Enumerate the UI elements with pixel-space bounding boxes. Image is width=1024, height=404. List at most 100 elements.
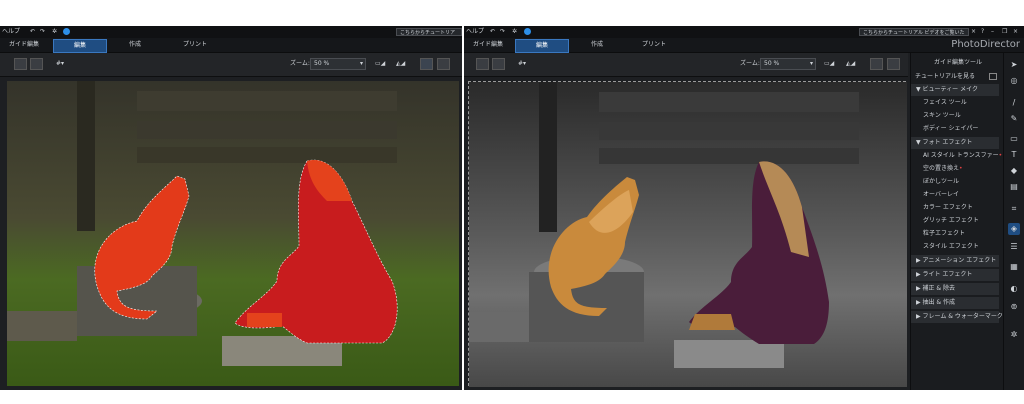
view-compare-button[interactable]: [492, 58, 505, 70]
selection-icon[interactable]: ◎: [1008, 75, 1020, 87]
help-menu[interactable]: ヘルプ: [2, 26, 20, 38]
shape-icon[interactable]: ▭: [1008, 133, 1020, 145]
layers-icon[interactable]: ▦: [1008, 261, 1020, 273]
zoom-select[interactable]: 50 % ▾: [310, 58, 366, 70]
view-toolbar: #▾ ズーム: 50 % ▾ ▭◢ ◭◢: [0, 53, 462, 77]
help-icon[interactable]: ?: [981, 26, 984, 38]
photo-canvas-right[interactable]: [468, 81, 907, 387]
flip-icon[interactable]: ◭◢: [846, 58, 855, 70]
sidebar-section-light-effects[interactable]: ▶ ライト エフェクト: [911, 269, 999, 281]
brush-icon[interactable]: /: [1008, 97, 1020, 109]
tutorial-link[interactable]: チュートリアルを見る: [915, 71, 1003, 83]
sidebar-item-style-effects[interactable]: スタイル エフェクト: [911, 241, 999, 253]
tutorial-tip[interactable]: こちらからチュートリアル ビデオをご覧: [396, 28, 462, 36]
new-badge-icon: •: [998, 152, 1003, 159]
restore-icon[interactable]: ❐: [1002, 26, 1007, 38]
sidebar-item-body-shaper[interactable]: ボディー シェイパー: [911, 123, 999, 135]
crop-view-icon[interactable]: ▭◢: [824, 58, 834, 70]
sidebar-section-photo-effects[interactable]: ▼ フォト エフェクト: [911, 137, 999, 149]
pointer-icon[interactable]: ➤: [1008, 59, 1020, 71]
sidebar-section-frame-watermark[interactable]: ▶ フレーム & ウォーターマーク: [911, 311, 1003, 323]
crop-view-icon[interactable]: ▭◢: [375, 58, 385, 70]
sidebar-row-label: ▼ ビューティー メイク: [916, 86, 978, 93]
sidebar-title: ガイド編集ツール: [933, 59, 982, 66]
mode-menu: ガイド編集 編集 作成 プリント: [0, 38, 462, 53]
sidebar-item-blur-tools[interactable]: ぼかしツール: [911, 176, 999, 188]
zoom-select[interactable]: 50 % ▾: [760, 58, 816, 70]
tutorial-tip[interactable]: こちらからチュートリアル ビデオをご覧いただけます。: [859, 28, 969, 36]
pan-hand-icon[interactable]: [437, 58, 450, 70]
text-icon[interactable]: T: [1008, 149, 1020, 161]
sidebar-item-face-tools[interactable]: フェイス ツール: [911, 97, 999, 109]
sidebar-item-sky-replacement[interactable]: 空の置き換え•: [911, 163, 999, 175]
redo-icon[interactable]: ↷: [40, 26, 45, 38]
photo-image: [469, 82, 907, 387]
sidebar-section-beauty[interactable]: ▼ ビューティー メイク: [911, 84, 999, 96]
sidebar-row-label: スキン ツール: [923, 112, 961, 119]
undo-icon[interactable]: ↶: [490, 26, 495, 38]
fill-icon[interactable]: ◆: [1008, 165, 1020, 177]
chevron-down-icon: ▾: [809, 60, 813, 67]
tab-guided-edit[interactable]: ガイド編集: [468, 39, 508, 51]
undo-icon[interactable]: ↶: [30, 26, 35, 38]
sidebar-item-color-effects[interactable]: カラー エフェクト: [911, 202, 999, 214]
zoom-tool-icon[interactable]: [420, 58, 433, 70]
settings-icon[interactable]: ✲: [1008, 329, 1020, 341]
grid-icon[interactable]: #▾: [56, 58, 64, 70]
grid-icon[interactable]: #▾: [518, 58, 526, 70]
pan-hand-icon[interactable]: [887, 58, 900, 70]
sidebar-item-overlay[interactable]: オーバーレイ: [911, 189, 999, 201]
zoom-label: ズーム:: [290, 60, 310, 67]
gradient-icon[interactable]: ▤: [1008, 181, 1020, 193]
view-single-button[interactable]: [476, 58, 489, 70]
tab-edit[interactable]: 編集: [515, 39, 569, 53]
sidebar-item-skin-tools[interactable]: スキン ツール: [911, 110, 999, 122]
crop-icon[interactable]: ⌗: [1008, 203, 1020, 215]
zoom-tool-icon[interactable]: [870, 58, 883, 70]
color-icon[interactable]: ◐: [1008, 283, 1020, 295]
view-single-button[interactable]: [14, 58, 27, 70]
photo-canvas-left[interactable]: [7, 81, 459, 386]
title-bar: ヘルプ ↶ ↷ ✲ こちらからチュートリアル ビデオをご覧いただけます。 × ?…: [464, 26, 1024, 38]
sidebar-row-label: カラー エフェクト: [923, 204, 973, 211]
sidebar-item-glitch-effects[interactable]: グリッチ エフェクト: [911, 215, 999, 227]
sidebar-row-label: ▶ フレーム & ウォーターマーク: [916, 313, 1003, 320]
guided-tools-icon[interactable]: ◈: [1008, 223, 1020, 235]
redo-icon[interactable]: ↷: [500, 26, 505, 38]
left-window: ヘルプ ↶ ↷ ✲ こちらからチュートリアル ビデオをご覧 ガイド編集 編集 作…: [0, 26, 462, 390]
eraser-icon[interactable]: ✎: [1008, 113, 1020, 125]
app-name: PhotoDirector: [951, 39, 1020, 50]
account-icon[interactable]: [63, 28, 70, 35]
sidebar-item-ai-style-transfer[interactable]: AI スタイル トランスファー•: [911, 150, 1002, 162]
zoom-value: 50 %: [764, 60, 780, 67]
sidebar-row-label: ▶ アニメーション エフェクト: [916, 257, 997, 264]
tab-print[interactable]: プリント: [634, 39, 674, 51]
view-compare-button[interactable]: [30, 58, 43, 70]
sidebar-section-extract-create[interactable]: ▶ 抽出 & 作成: [911, 297, 999, 309]
sidebar-row-label: ボディー シェイパー: [923, 125, 979, 132]
tab-edit[interactable]: 編集: [53, 39, 107, 53]
effect-icon[interactable]: ⊚: [1008, 301, 1020, 313]
minimize-icon[interactable]: –: [991, 26, 994, 38]
help-menu[interactable]: ヘルプ: [466, 26, 484, 38]
close-icon[interactable]: ×: [1013, 26, 1018, 38]
settings-icon[interactable]: ✲: [52, 26, 57, 38]
sidebar-section-animation-effects[interactable]: ▶ アニメーション エフェクト: [911, 255, 999, 267]
flip-icon[interactable]: ◭◢: [396, 58, 405, 70]
tab-print[interactable]: プリント: [175, 39, 215, 51]
sidebar-item-particle-effects[interactable]: 粒子エフェクト: [911, 228, 999, 240]
tutorial-link-label: チュートリアルを見る: [915, 73, 975, 80]
adjust-icon[interactable]: ☰: [1008, 241, 1020, 253]
help-panel-icon[interactable]: [989, 73, 997, 80]
sidebar-row-label: スタイル エフェクト: [923, 243, 979, 250]
view-toolbar: #▾ ズーム: 50 % ▾ ▭◢ ◭◢: [464, 53, 908, 77]
close-tip-icon[interactable]: ×: [971, 26, 976, 38]
tab-create[interactable]: 作成: [120, 39, 150, 51]
sidebar-section-correct-remove[interactable]: ▶ 補正 & 除去: [911, 283, 999, 295]
guided-edit-sidebar: ガイド編集ツール チュートリアルを見る ▼ ビューティー メイク フェイス ツー…: [910, 53, 1005, 390]
sidebar-row-label: ▶ ライト エフェクト: [916, 271, 973, 278]
tab-create[interactable]: 作成: [582, 39, 612, 51]
account-icon[interactable]: [524, 28, 531, 35]
tab-guided-edit[interactable]: ガイド編集: [4, 39, 44, 51]
settings-icon[interactable]: ✲: [512, 26, 517, 38]
